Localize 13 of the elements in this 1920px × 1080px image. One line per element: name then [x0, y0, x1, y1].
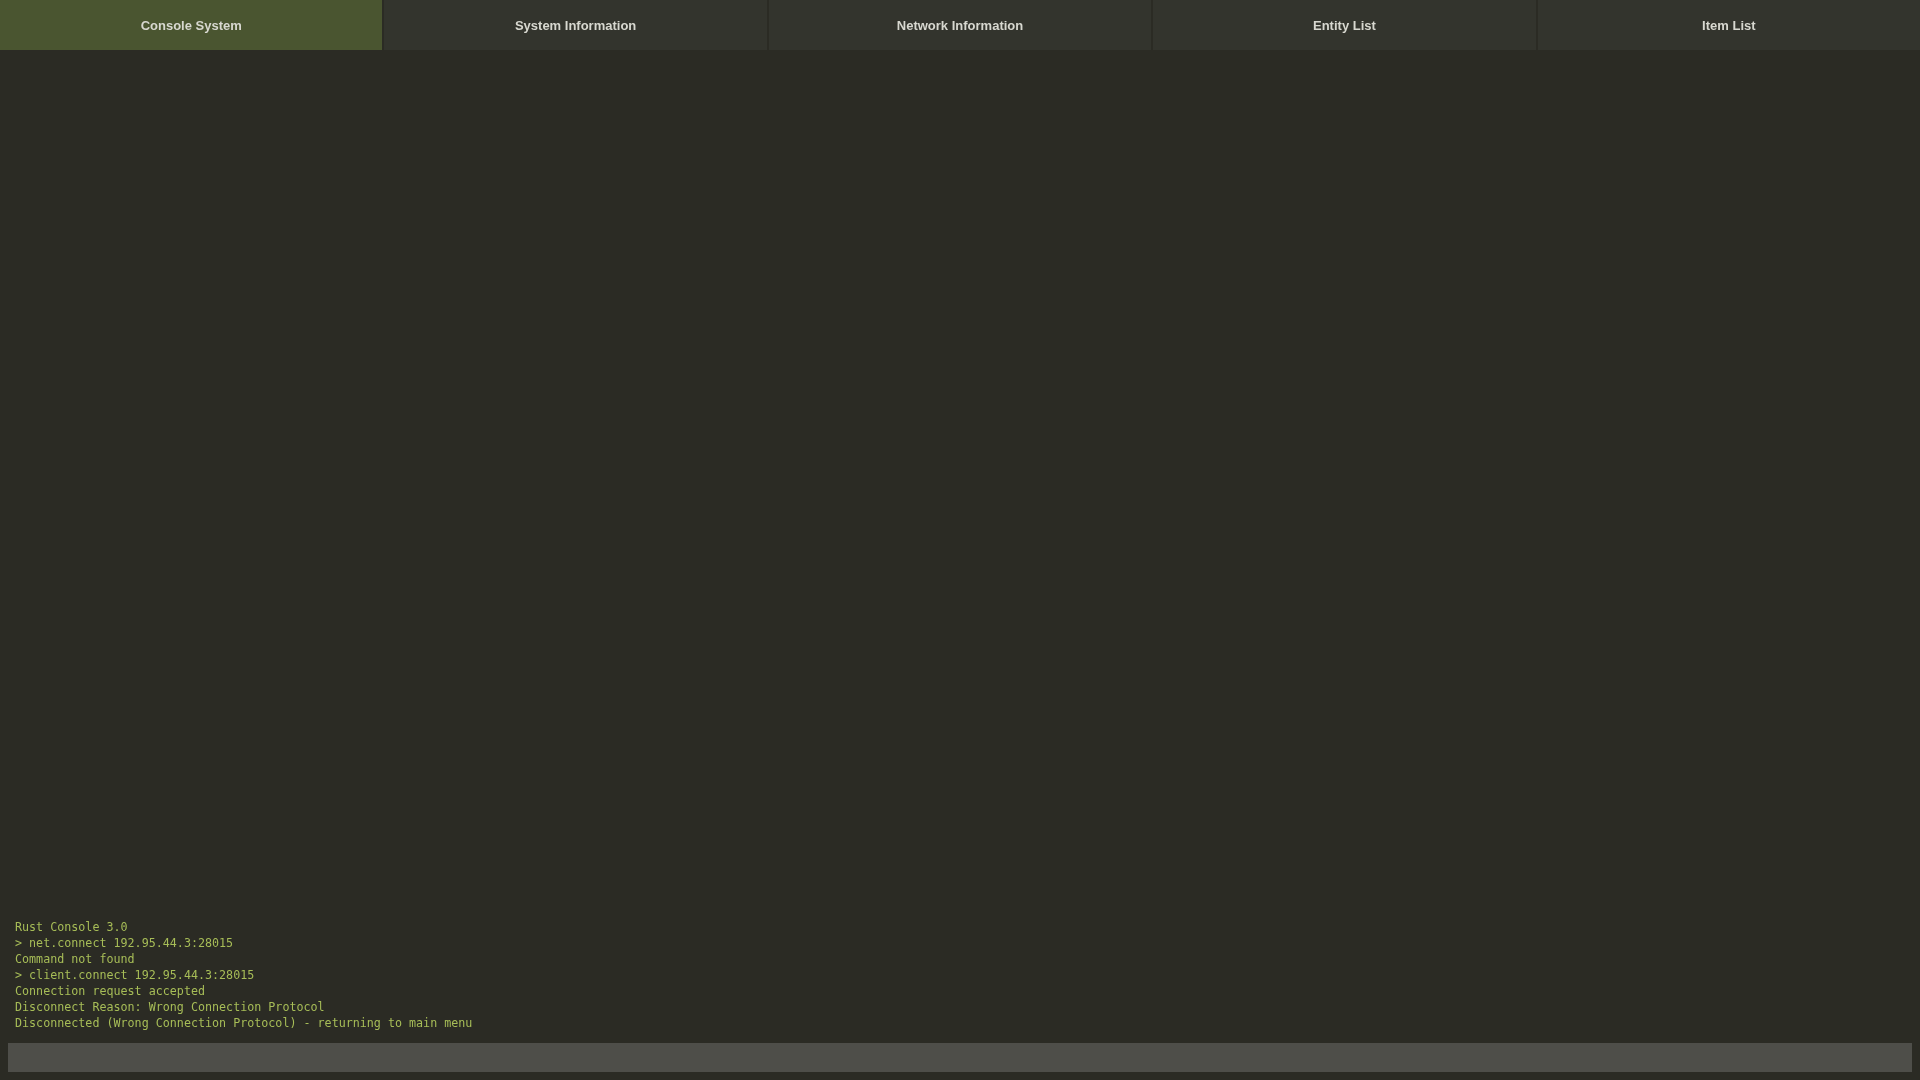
tab[interactable]: Item List [1537, 0, 1920, 50]
console-line: Command not found [15, 951, 136, 967]
console-line: > client.connect 192.95.44.3:28015 [15, 967, 256, 983]
tab[interactable]: Entity List [1153, 0, 1536, 50]
console-line: Disconnect Reason: Wrong Connection Protocol [15, 999, 326, 1015]
tab[interactable]: Console System [0, 0, 383, 50]
console-line: Disconnected (Wrong Connection Protocol) - returning to main menu [15, 1015, 474, 1031]
console-line: Connection request accepted [15, 983, 206, 999]
command-input[interactable] [8, 1043, 1912, 1072]
tab[interactable]: System Information [384, 0, 767, 50]
tab[interactable]: Network Information [768, 0, 1152, 50]
console-line: > net.connect 192.95.44.3:28015 [15, 935, 235, 951]
console-line: Rust Console 3.0 [15, 919, 129, 935]
